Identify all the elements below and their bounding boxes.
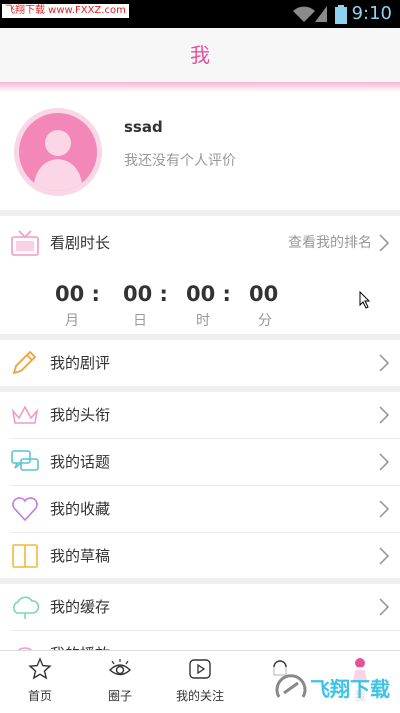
- months-value: 00 :: [55, 282, 100, 306]
- menu-item-drafts[interactable]: 我的草稿: [0, 533, 400, 579]
- chevron-right-icon: [379, 598, 390, 616]
- watch-time-row[interactable]: 看剧时长 查看我的排名: [0, 220, 400, 266]
- profile-menu-section: 我的头衔 我的话题 我的收藏 我的草稿: [0, 392, 400, 578]
- tab-circle[interactable]: 圈子: [80, 651, 160, 713]
- tab-label-home: 首页: [27, 689, 52, 703]
- menu-item-cache[interactable]: 我的缓存: [0, 584, 400, 630]
- days-value: 00 :: [123, 282, 168, 306]
- menu-label-drafts: 我的草稿: [50, 547, 111, 565]
- status-bar: 飞翔下载 www.FXXZ.com 9:10: [0, 0, 400, 28]
- tab-label-following: 我的关注: [175, 689, 224, 703]
- cache-section: 我的缓存 我的播放: [0, 584, 400, 668]
- page-title: 我: [0, 28, 400, 82]
- hours-value: 00 :: [186, 282, 231, 306]
- chat-bubbles-icon: [11, 450, 39, 471]
- bottom-tab-bar: 首页 圈子 我的关注 我 飞翔下载: [0, 650, 400, 713]
- cursor-icon: [359, 291, 371, 309]
- minutes-unit: 分: [258, 313, 272, 329]
- avatar-placeholder: [19, 113, 97, 191]
- bottom-watermark-text: 飞翔下载: [310, 677, 390, 701]
- heart-icon: [12, 497, 38, 522]
- watermark-overlay: 飞翔下载: [272, 667, 394, 711]
- star-icon: [28, 657, 52, 680]
- menu-label-cache: 我的缓存: [50, 598, 111, 616]
- review-section: 我的剧评: [0, 340, 400, 386]
- view-ranking-link[interactable]: 查看我的排名: [288, 220, 372, 266]
- profile-card[interactable]: ssad 我还没有个人评价: [0, 92, 400, 210]
- menu-item-title-rank[interactable]: 我的头衔: [0, 392, 400, 438]
- menu-label-title-rank: 我的头衔: [50, 406, 111, 424]
- clock: 9:10: [351, 3, 392, 24]
- avatar[interactable]: [14, 108, 102, 196]
- chevron-right-icon: [379, 547, 390, 565]
- cloud-icon: [13, 596, 40, 619]
- menu-item-review[interactable]: 我的剧评: [0, 340, 400, 386]
- tab-label-circle: 圈子: [107, 689, 132, 703]
- tab-home[interactable]: 首页: [0, 651, 80, 713]
- wifi-icon: [293, 6, 315, 22]
- chevron-right-icon: [379, 453, 390, 471]
- tv-icon: [11, 230, 39, 256]
- signal-icon: [315, 6, 327, 22]
- pencil-icon: [12, 350, 37, 375]
- months-unit: 月: [65, 313, 79, 329]
- days-unit: 日: [133, 313, 147, 329]
- watermark-logo-icon: [275, 674, 307, 698]
- book-icon: [12, 544, 38, 568]
- menu-label-review: 我的剧评: [50, 354, 111, 372]
- eye-icon: [108, 659, 132, 676]
- battery-icon: [335, 5, 347, 24]
- menu-item-topics[interactable]: 我的话题: [0, 439, 400, 485]
- chevron-right-icon: [379, 234, 390, 252]
- crown-icon: [11, 405, 39, 424]
- watermark-label: 飞翔下载 www.FXXZ.com: [2, 4, 129, 18]
- menu-label-favorites: 我的收藏: [50, 500, 111, 518]
- chevron-right-icon: [379, 354, 390, 372]
- menu-label-topics: 我的话题: [50, 453, 111, 471]
- chevron-right-icon: [379, 406, 390, 424]
- chevron-right-icon: [379, 500, 390, 518]
- title-divider: [0, 82, 400, 92]
- profile-bio: 我还没有个人评价: [124, 153, 236, 169]
- username: ssad: [124, 118, 163, 136]
- tab-following[interactable]: 我的关注: [160, 651, 240, 713]
- minutes-value: 00: [249, 282, 279, 306]
- user-silhouette-icon: [33, 130, 83, 191]
- hours-unit: 时: [196, 313, 210, 329]
- menu-item-favorites[interactable]: 我的收藏: [0, 486, 400, 532]
- play-icon: [189, 659, 211, 679]
- watch-time-label: 看剧时长: [50, 234, 111, 252]
